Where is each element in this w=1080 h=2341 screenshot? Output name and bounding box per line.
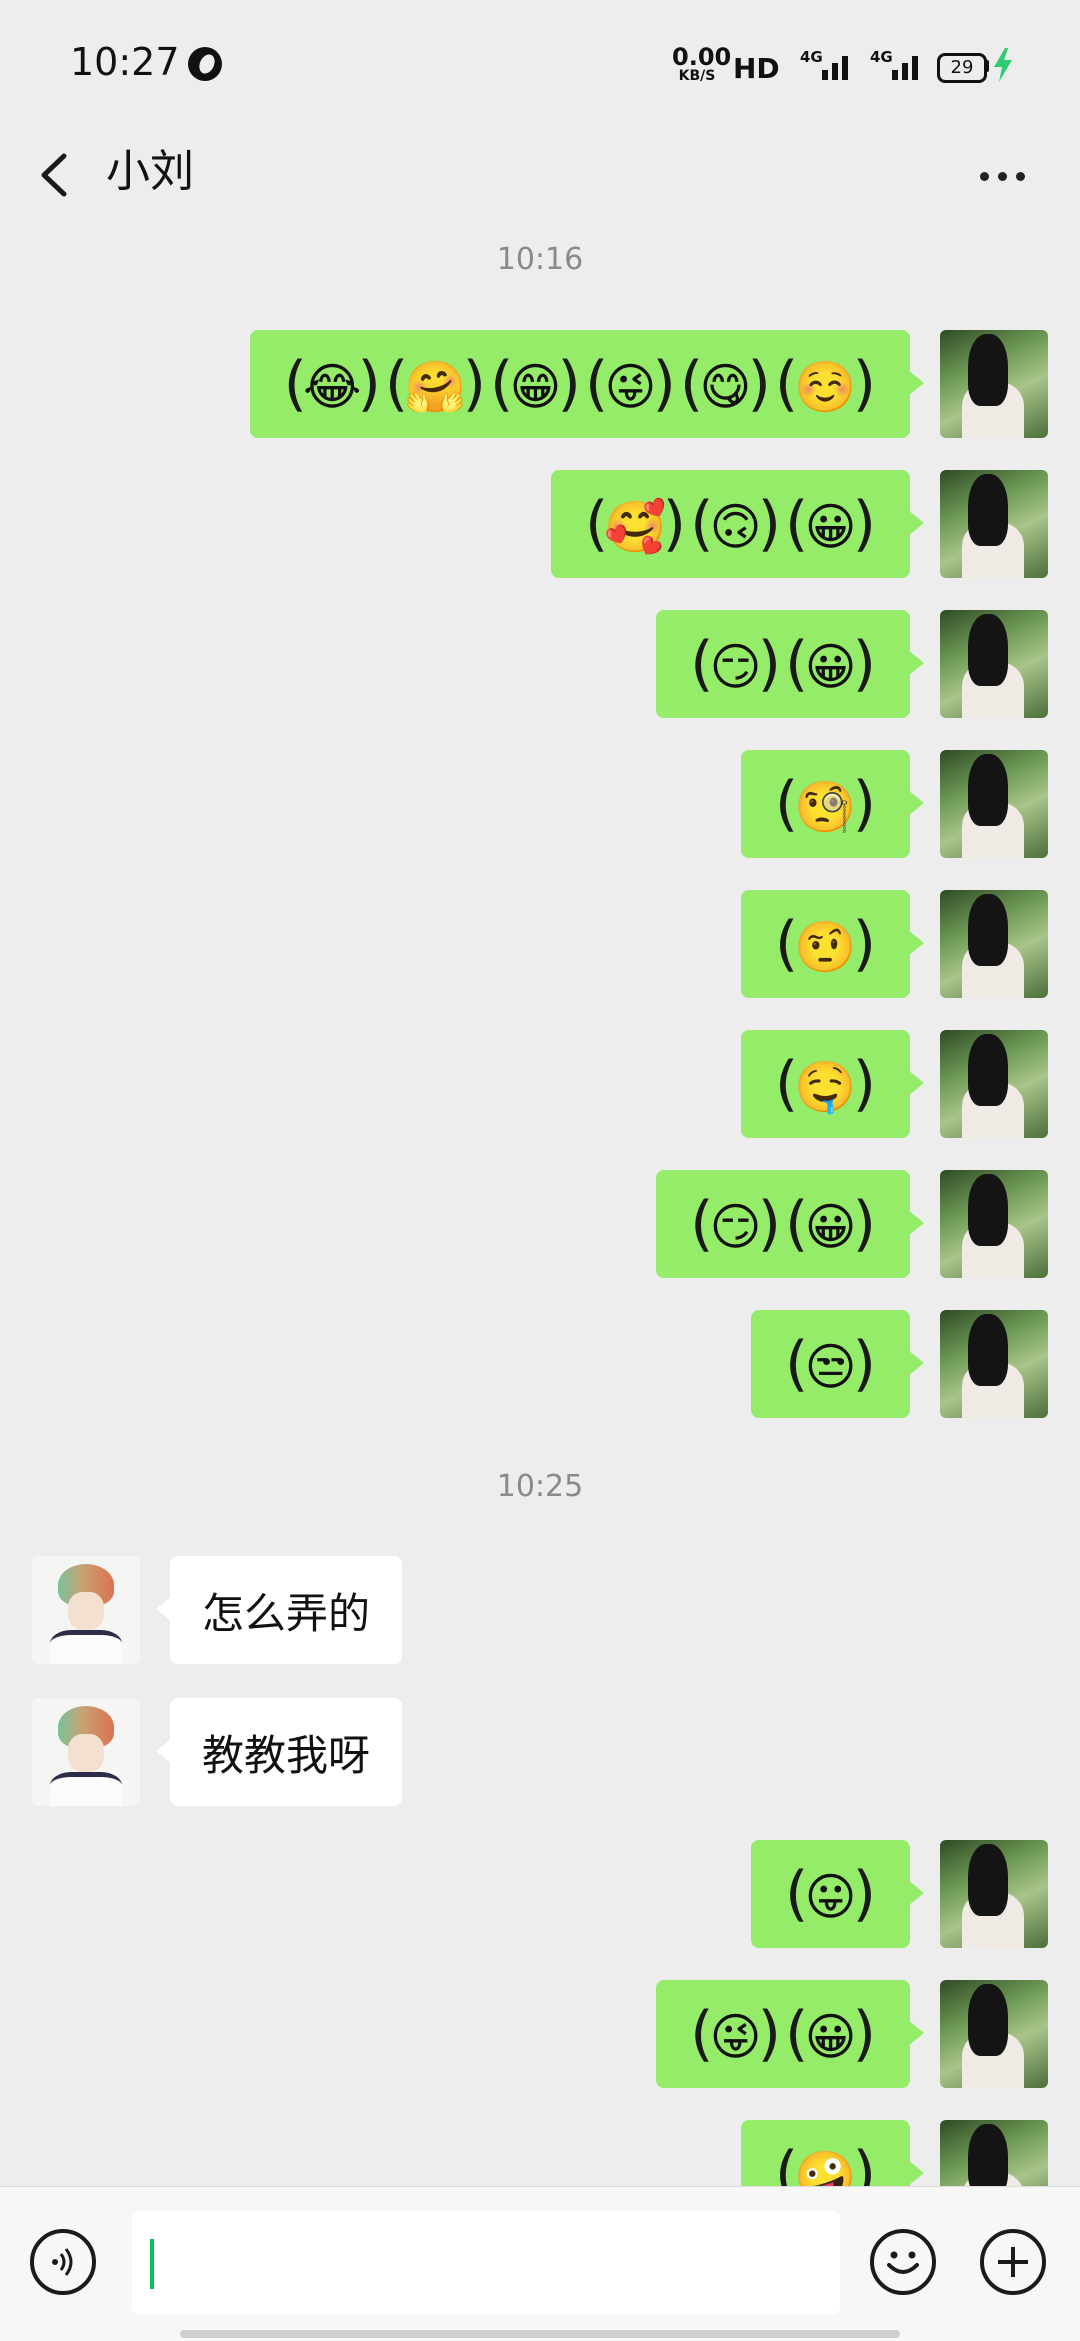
signal-type: 4G: [800, 48, 823, 66]
emoji: 😏: [688, 1194, 783, 1254]
signal-icon: 4G: [870, 48, 926, 80]
emoji-button[interactable]: [870, 2229, 936, 2295]
my-avatar[interactable]: [940, 610, 1048, 718]
home-indicator: [180, 2330, 900, 2338]
back-button[interactable]: [30, 140, 80, 210]
received-message-bubble[interactable]: 教教我呀: [155, 1698, 403, 1806]
sent-message-bubble[interactable]: 🧐: [740, 750, 925, 858]
battery-icon: 29: [937, 53, 987, 83]
emoji: 🙃: [688, 494, 783, 554]
emoji: 😂: [282, 354, 383, 414]
emoji: 😀: [783, 494, 878, 554]
emoji: 😁: [488, 354, 583, 414]
sent-message-bubble[interactable]: 🥰🙃😀: [550, 470, 925, 578]
do-not-disturb-icon: [188, 47, 222, 81]
emoji: 🤨: [773, 914, 878, 974]
my-avatar[interactable]: [940, 750, 1048, 858]
emoji: 😒: [783, 1334, 878, 1394]
my-avatar[interactable]: [940, 1310, 1048, 1418]
text-caret: [150, 2239, 154, 2289]
sent-message-bubble[interactable]: 😜😀: [656, 1980, 924, 2088]
my-avatar[interactable]: [940, 1840, 1048, 1948]
sent-message-bubble[interactable]: 😏😀: [656, 610, 924, 718]
emoji: 🥰: [583, 494, 688, 554]
input-bar: [0, 2186, 1080, 2341]
sent-message-bubble[interactable]: 😏😀: [656, 1170, 924, 1278]
status-time: 10:27: [70, 40, 180, 84]
emoji: 🤤: [773, 1054, 878, 1114]
emoji: 😏: [688, 634, 783, 694]
emoji: 🧐: [773, 774, 878, 834]
emoji: ☺️: [773, 354, 878, 414]
emoji: 🤗: [383, 354, 488, 414]
emoji: 😀: [783, 634, 878, 694]
sent-message-bubble[interactable]: 😒: [751, 1310, 924, 1418]
network-speed: 0.00 KB/S: [672, 43, 732, 84]
battery-tip: [985, 60, 989, 72]
timestamp: 10:16: [496, 242, 584, 277]
sent-message-bubble[interactable]: 😂🤗😁😜😋☺️: [249, 330, 925, 438]
my-avatar[interactable]: [940, 890, 1048, 998]
my-avatar[interactable]: [940, 1030, 1048, 1138]
plus-button[interactable]: [980, 2229, 1046, 2295]
emoji: 😜: [583, 354, 678, 414]
emoji: 😛: [783, 1864, 878, 1924]
network-speed-unit: KB/S: [678, 68, 716, 84]
status-bar: 10:27 0.00 KB/S HD 4G 4G 29: [0, 0, 1080, 130]
signal-icon: 4G: [800, 48, 856, 80]
my-avatar[interactable]: [940, 1980, 1048, 2088]
emoji-icon: [887, 2251, 919, 2274]
voice-icon: [52, 2248, 73, 2276]
hd-icon: HD: [733, 52, 780, 85]
sent-message-bubble[interactable]: 😛: [751, 1840, 924, 1948]
my-avatar[interactable]: [940, 1170, 1048, 1278]
message-text: 教教我呀: [202, 1730, 371, 1780]
sent-message-bubble[interactable]: 🤨: [740, 890, 925, 998]
contact-avatar[interactable]: [32, 1556, 140, 1664]
emoji: 😜: [688, 2004, 783, 2064]
signal-type: 4G: [870, 48, 893, 66]
emoji: 😋: [678, 354, 773, 414]
timestamp: 10:25: [496, 1469, 584, 1504]
received-message-bubble[interactable]: 怎么弄的: [155, 1556, 403, 1664]
charging-icon: [994, 48, 1012, 82]
my-avatar[interactable]: [940, 330, 1048, 438]
chat-title: 小刘: [106, 146, 194, 197]
emoji: 😀: [783, 2004, 878, 2064]
network-speed-value: 0.00: [672, 43, 732, 71]
emoji: 😀: [783, 1194, 878, 1254]
more-button[interactable]: [972, 155, 1032, 195]
message-input[interactable]: [132, 2211, 840, 2315]
contact-avatar[interactable]: [32, 1698, 140, 1806]
voice-button[interactable]: [30, 2229, 96, 2295]
message-text: 怎么弄的: [202, 1588, 371, 1638]
my-avatar[interactable]: [940, 470, 1048, 578]
sent-message-bubble[interactable]: 🤤: [740, 1030, 925, 1138]
chat-header: 小刘: [0, 130, 1080, 220]
